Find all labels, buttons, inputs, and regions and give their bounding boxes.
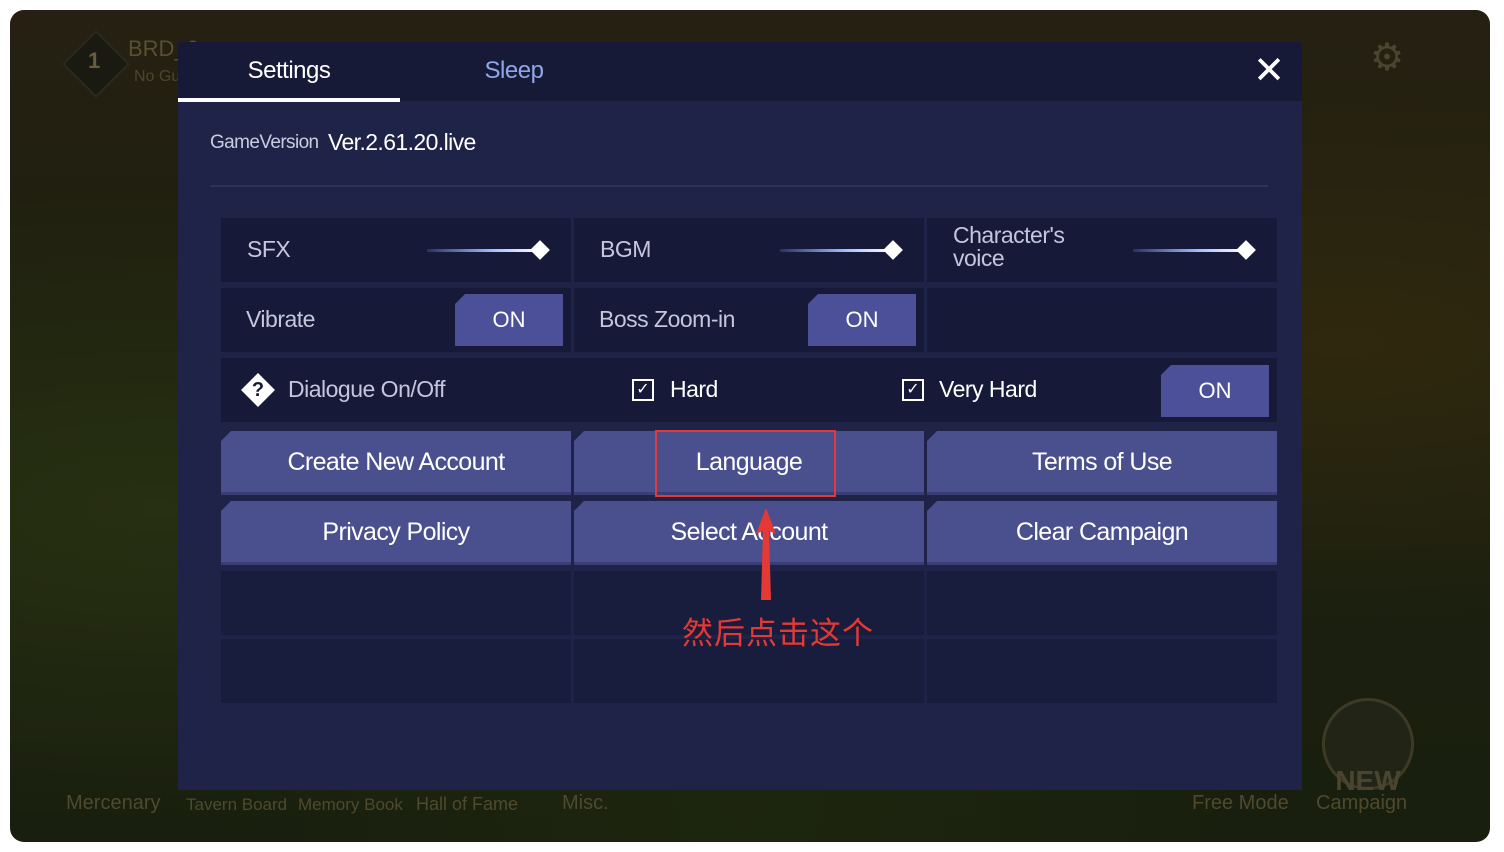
help-question-mark: ? — [251, 379, 265, 401]
dialogue-toggle[interactable]: ON — [1161, 365, 1269, 417]
nav-tavern-board: Tavern Board — [186, 795, 288, 814]
bgm-slider[interactable] — [780, 249, 892, 252]
player-level: 1 — [88, 48, 101, 73]
character-voice-row: Character's voice — [927, 218, 1277, 282]
vibrate-toggle[interactable]: ON — [455, 294, 563, 346]
divider — [210, 185, 1268, 187]
nav-memory-book: Memory Book — [298, 795, 403, 814]
game-version-value: Ver.2.61.20.live — [328, 129, 476, 155]
hard-checkbox[interactable]: ✓ — [632, 379, 654, 401]
character-voice-label-line2: voice — [953, 245, 1005, 271]
annotation-arrow-icon — [756, 508, 776, 600]
vibrate-label: Vibrate — [246, 306, 315, 332]
sfx-row: SFX — [221, 218, 571, 282]
nav-misc: Misc. — [562, 792, 609, 814]
close-icon[interactable]: ✕ — [1252, 52, 1286, 90]
create-new-account-button[interactable]: Create New Account — [221, 431, 571, 495]
language-highlight-box — [655, 430, 836, 497]
compass-icon: NEW — [1322, 698, 1414, 796]
vibrate-row: Vibrate ON — [221, 288, 571, 352]
annotation-text: 然后点击这个 — [682, 616, 874, 651]
sfx-slider[interactable] — [427, 249, 539, 252]
empty-slot — [927, 571, 1277, 635]
hard-label: Hard — [670, 376, 718, 402]
sfx-label: SFX — [247, 236, 291, 262]
very-hard-checkbox[interactable]: ✓ — [902, 379, 924, 401]
settings-panel: Settings Sleep ✕ GameVersion Ver.2.61.20… — [178, 42, 1302, 790]
empty-slot — [927, 639, 1277, 703]
nav-hall-of-fame: Hall of Fame — [416, 794, 519, 814]
empty-slot — [221, 571, 571, 635]
bgm-slider-handle[interactable] — [883, 240, 903, 260]
bottom-nav: Mercenary Tavern Board Memory Book Hall … — [10, 792, 1490, 822]
nav-free-mode: Free Mode — [1192, 792, 1289, 814]
privacy-policy-button[interactable]: Privacy Policy — [221, 501, 571, 565]
tab-sleep[interactable]: Sleep — [403, 42, 625, 101]
dialogue-row: ? Dialogue On/Off ✓ Hard ✓ Very Hard ON — [221, 358, 1277, 422]
clear-campaign-button[interactable]: Clear Campaign — [927, 501, 1277, 565]
game-version-label: GameVersion — [210, 132, 319, 153]
gear-icon: ⚙ — [1370, 37, 1405, 79]
character-voice-label: Character's voice — [953, 224, 1065, 271]
character-voice-slider-handle[interactable] — [1236, 240, 1256, 260]
character-voice-slider[interactable] — [1133, 249, 1245, 252]
compass-new-badge: NEW — [1335, 765, 1401, 796]
empty-slot — [221, 639, 571, 703]
bgm-row: BGM — [574, 218, 924, 282]
active-tab-underline — [178, 98, 400, 102]
dialogue-label: Dialogue On/Off — [288, 376, 446, 402]
boss-zoom-toggle[interactable]: ON — [808, 294, 916, 346]
nav-mercenary: Mercenary — [66, 792, 161, 814]
sfx-slider-handle[interactable] — [530, 240, 550, 260]
boss-zoom-label: Boss Zoom-in — [599, 306, 735, 332]
bgm-label: BGM — [600, 236, 651, 262]
terms-of-use-button[interactable]: Terms of Use — [927, 431, 1277, 495]
tab-settings[interactable]: Settings — [178, 42, 400, 101]
very-hard-label: Very Hard — [939, 376, 1037, 402]
boss-zoom-row: Boss Zoom-in ON — [574, 288, 924, 352]
empty-row-cell — [927, 288, 1277, 352]
